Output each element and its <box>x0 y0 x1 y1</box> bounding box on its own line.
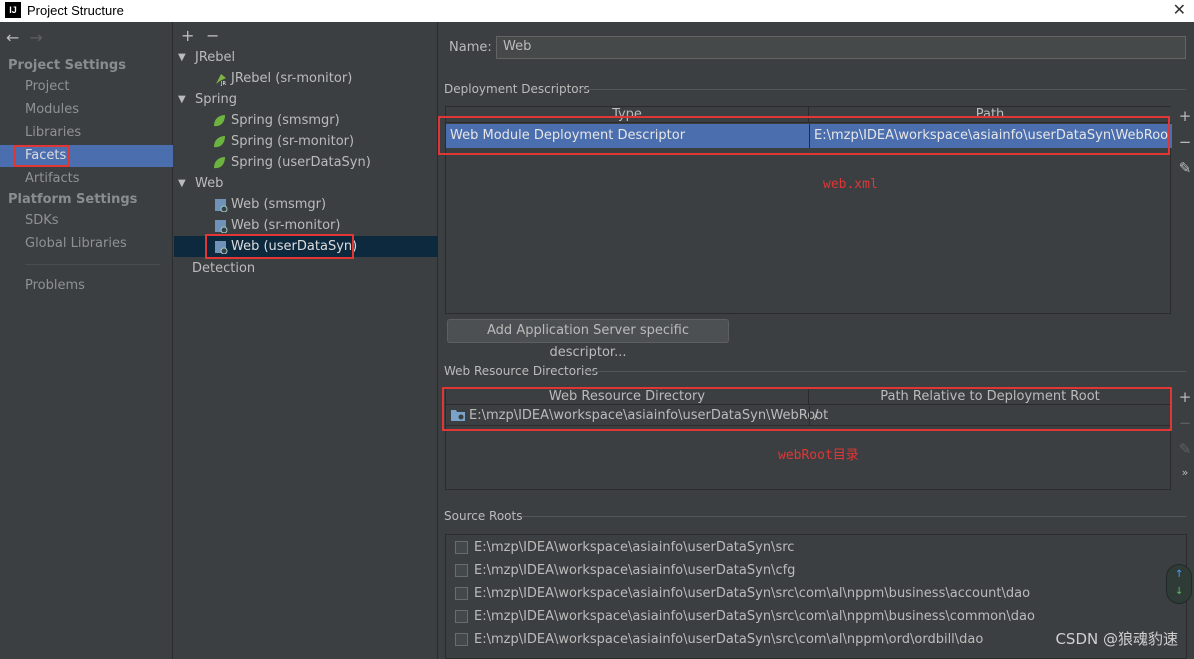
jrebel-icon: JR <box>216 74 226 86</box>
web-resource-directories-title: Web Resource Directories <box>444 364 598 378</box>
section-separator <box>521 516 1186 517</box>
tree-group-web[interactable]: ▼ Web <box>174 173 438 194</box>
add-icon[interactable]: + <box>1175 107 1194 133</box>
facet-detail-panel: Name: Web Deployment Descriptors Type Pa… <box>438 22 1194 659</box>
tree-item-detection[interactable]: Detection <box>174 258 438 279</box>
list-item[interactable]: E:\mzp\IDEA\workspace\asiainfo\userDataS… <box>446 559 1186 582</box>
more-chevron-icon[interactable]: » <box>1175 466 1194 492</box>
add-icon[interactable]: + <box>1175 388 1194 414</box>
tree-group-spring[interactable]: ▼ Spring <box>174 89 438 110</box>
annotation-webroot: webRoot目录 <box>778 448 859 463</box>
sidebar-item-sdks[interactable]: SDKs <box>0 210 173 232</box>
source-root-path: E:\mzp\IDEA\workspace\asiainfo\userDataS… <box>474 609 1035 624</box>
annotation-web-xml: web.xml <box>823 177 878 192</box>
edit-pencil-icon[interactable]: ✎ <box>1175 159 1194 185</box>
tree-item-web-sr-monitor[interactable]: Web (sr-monitor) <box>174 215 438 236</box>
tree-item-label: Web (sr-monitor) <box>231 218 341 233</box>
settings-sidebar: ← → Project Settings Project Modules Libr… <box>0 22 173 659</box>
scroll-down-icon[interactable]: ↓ <box>1175 586 1183 597</box>
tree-group-label: Spring <box>195 92 237 107</box>
window-title: Project Structure <box>27 3 124 18</box>
back-arrow-icon[interactable]: ← <box>6 28 19 47</box>
web-facet-icon <box>215 220 228 233</box>
tree-item-spring-userdatasyn[interactable]: Spring (userDataSyn) <box>174 152 438 173</box>
tree-item-jrebel-sr-monitor[interactable]: JR JRebel (sr-monitor) <box>174 68 438 89</box>
source-root-path: E:\mzp\IDEA\workspace\asiainfo\userDataS… <box>474 632 984 647</box>
deployment-table-tools: + − ✎ <box>1175 107 1194 185</box>
expand-arrow-icon[interactable]: ▼ <box>178 173 186 194</box>
highlight-box-web-resource <box>442 387 1172 431</box>
source-root-checkbox[interactable] <box>455 564 468 577</box>
deployment-descriptors-title: Deployment Descriptors <box>444 82 590 96</box>
facets-tree-panel: + − ▼ JRebel JR JRebel (sr-monitor) ▼ Sp… <box>174 22 438 659</box>
spring-leaf-icon <box>214 157 225 169</box>
tree-group-label: Web <box>195 176 224 191</box>
resource-table-tools: + − ✎ » <box>1175 388 1194 492</box>
scroll-control[interactable]: ↑ ↓ <box>1166 564 1192 604</box>
remove-icon[interactable]: − <box>1175 414 1194 440</box>
project-settings-header: Project Settings <box>8 58 126 73</box>
scroll-up-icon[interactable]: ↑ <box>1175 569 1183 580</box>
sidebar-item-artifacts[interactable]: Artifacts <box>0 168 173 190</box>
tree-item-label: Spring (userDataSyn) <box>231 155 371 170</box>
app-logo-icon: IJ <box>5 2 21 18</box>
list-item[interactable]: E:\mzp\IDEA\workspace\asiainfo\userDataS… <box>446 605 1186 628</box>
expand-arrow-icon[interactable]: ▼ <box>178 89 186 110</box>
highlight-box-web-userdatasyn <box>205 234 354 259</box>
expand-arrow-icon[interactable]: ▼ <box>178 47 186 68</box>
source-root-checkbox[interactable] <box>455 633 468 646</box>
remove-icon[interactable]: − <box>1175 133 1194 159</box>
close-icon[interactable]: ✕ <box>1173 0 1186 20</box>
tree-item-spring-sr-monitor[interactable]: Spring (sr-monitor) <box>174 131 438 152</box>
platform-settings-header: Platform Settings <box>8 192 138 207</box>
sidebar-item-libraries[interactable]: Libraries <box>0 122 173 144</box>
add-server-descriptor-button[interactable]: Add Application Server specific descript… <box>447 319 729 360</box>
tree-item-label: Spring (sr-monitor) <box>231 134 355 149</box>
tree-group-jrebel[interactable]: ▼ JRebel <box>174 47 438 68</box>
section-separator <box>579 89 1186 90</box>
source-root-path: E:\mzp\IDEA\workspace\asiainfo\userDataS… <box>474 586 1031 601</box>
highlight-box-facets <box>14 145 70 167</box>
tree-item-label: Spring (smsmgr) <box>231 113 340 128</box>
sidebar-item-global-libraries[interactable]: Global Libraries <box>0 233 173 255</box>
highlight-box-deployment <box>438 116 1170 155</box>
tree-item-spring-smsmgr[interactable]: Spring (smsmgr) <box>174 110 438 131</box>
edit-pencil-icon[interactable]: ✎ <box>1175 440 1194 466</box>
source-root-checkbox[interactable] <box>455 587 468 600</box>
forward-arrow-icon[interactable]: → <box>29 28 42 47</box>
svg-text:JR: JR <box>220 81 226 86</box>
source-roots-title: Source Roots <box>444 509 523 523</box>
list-item[interactable]: E:\mzp\IDEA\workspace\asiainfo\userDataS… <box>446 536 1186 559</box>
title-bar: IJ Project Structure ✕ <box>0 0 1194 22</box>
sidebar-item-modules[interactable]: Modules <box>0 99 173 121</box>
spring-leaf-icon <box>214 115 225 127</box>
sidebar-item-project[interactable]: Project <box>0 76 173 98</box>
source-root-checkbox[interactable] <box>455 610 468 623</box>
name-field[interactable]: Web <box>496 36 1186 59</box>
list-item[interactable]: E:\mzp\IDEA\workspace\asiainfo\userDataS… <box>446 582 1186 605</box>
source-root-path: E:\mzp\IDEA\workspace\asiainfo\userDataS… <box>474 563 796 578</box>
spring-leaf-icon <box>214 136 225 148</box>
sidebar-item-problems[interactable]: Problems <box>0 275 173 297</box>
source-root-checkbox[interactable] <box>455 541 468 554</box>
add-facet-icon[interactable]: + <box>181 26 194 45</box>
tree-item-web-smsmgr[interactable]: Web (smsmgr) <box>174 194 438 215</box>
tree-item-label: Web (smsmgr) <box>231 197 327 212</box>
section-separator <box>584 371 1186 372</box>
source-root-path: E:\mzp\IDEA\workspace\asiainfo\userDataS… <box>474 540 795 555</box>
sidebar-divider <box>25 264 160 265</box>
tree-item-label: JRebel (sr-monitor) <box>231 71 353 86</box>
watermark: CSDN @狼魂豹速 <box>1055 630 1178 648</box>
remove-facet-icon[interactable]: − <box>206 26 219 45</box>
web-facet-icon <box>215 199 228 212</box>
tree-group-label: JRebel <box>195 50 236 65</box>
name-label: Name: <box>449 40 492 55</box>
tree-item-label: Detection <box>192 261 256 276</box>
history-nav: ← → <box>6 28 43 47</box>
